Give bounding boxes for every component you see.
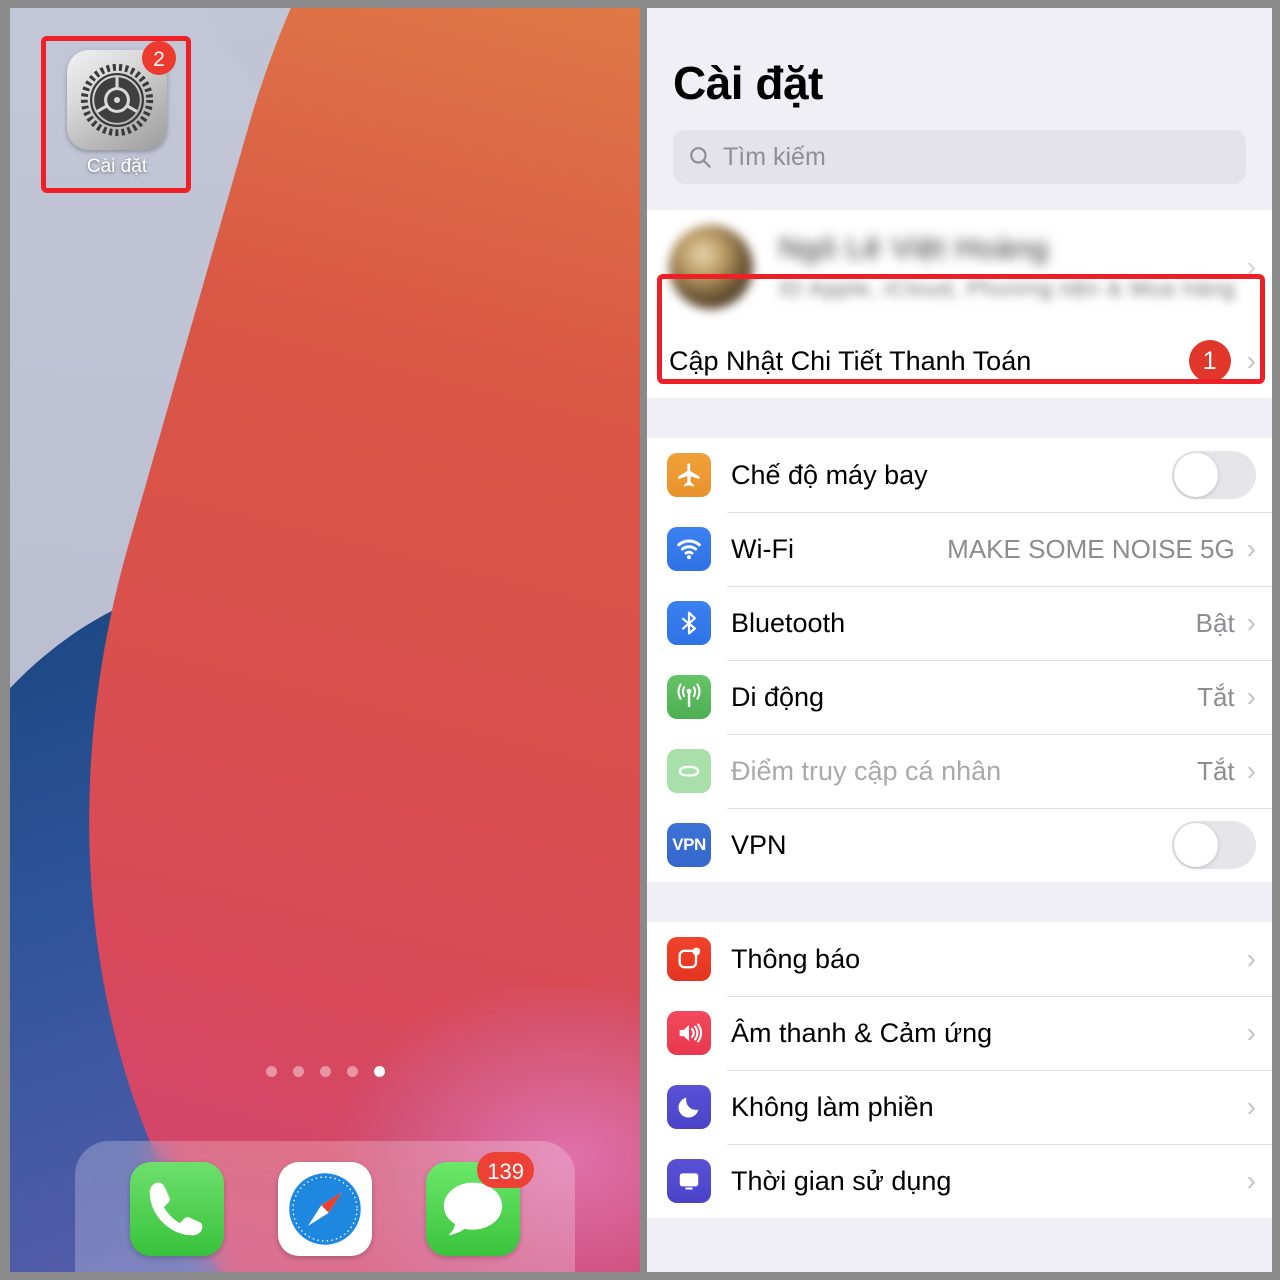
group-gap	[647, 882, 1272, 922]
page-dot	[346, 1066, 358, 1077]
payment-details-row[interactable]: Cập Nhật Chi Tiết Thanh Toán 1 ›	[647, 324, 1272, 398]
hotspot-icon	[667, 749, 711, 793]
row-notifications[interactable]: Thông báo ›	[647, 922, 1272, 996]
page-dot	[265, 1066, 277, 1077]
notifications-icon	[667, 937, 711, 981]
chevron-right-icon: ›	[1246, 943, 1256, 974]
safari-app-icon[interactable]	[278, 1161, 372, 1256]
airplane-icon	[667, 453, 711, 497]
chevron-right-icon: ›	[1246, 251, 1256, 282]
vpn-toggle[interactable]	[1172, 821, 1256, 869]
search-input[interactable]: Tìm kiếm	[673, 130, 1246, 184]
chevron-right-icon: ›	[1246, 533, 1256, 564]
row-do-not-disturb[interactable]: Không làm phiền ›	[647, 1070, 1272, 1144]
row-label: Bluetooth	[731, 607, 846, 638]
wifi-icon	[667, 527, 711, 571]
chevron-right-icon: ›	[1246, 345, 1256, 376]
chevron-right-icon: ›	[1246, 1165, 1256, 1196]
account-subtitle: ID Apple, iCloud, Phương tiện & Mua hàng	[779, 276, 1236, 301]
cellular-value: Tắt	[1197, 681, 1235, 712]
row-label: Âm thanh & Cảm ứng	[731, 1017, 993, 1048]
settings-app-icon[interactable]: 2 Cài đặt	[55, 41, 179, 178]
messages-badge: 139	[477, 1151, 534, 1188]
wifi-value: MAKE SOME NOISE 5G	[947, 533, 1235, 564]
bluetooth-value: Bật	[1195, 607, 1235, 638]
account-group: Ngô Lê Việt Hoàng ID Apple, iCloud, Phươ…	[647, 210, 1272, 398]
dock: 139	[75, 1141, 575, 1272]
chevron-right-icon: ›	[1246, 1091, 1256, 1122]
wallpaper	[10, 8, 640, 1272]
row-label: Thông báo	[731, 943, 861, 974]
airplane-mode-toggle[interactable]	[1172, 451, 1256, 499]
screen-time-icon	[667, 1159, 711, 1203]
row-vpn[interactable]: VPN VPN	[647, 808, 1272, 882]
sounds-icon	[667, 1011, 711, 1055]
row-bluetooth[interactable]: Bluetooth Bật ›	[647, 586, 1272, 660]
vpn-icon: VPN	[667, 823, 711, 867]
group-gap	[647, 398, 1272, 438]
header-spacer	[647, 184, 1272, 210]
row-label: Wi-Fi	[731, 533, 794, 564]
chevron-right-icon: ›	[1246, 681, 1256, 712]
phone-app-icon[interactable]	[130, 1161, 224, 1256]
row-label: Thời gian sử dụng	[731, 1165, 952, 1196]
row-sounds-haptics[interactable]: Âm thanh & Cảm ứng ›	[647, 996, 1272, 1070]
row-label: Không làm phiền	[731, 1091, 934, 1122]
ios-home-screen: 2 Cài đặt 139	[10, 8, 640, 1272]
search-placeholder: Tìm kiếm	[723, 142, 826, 171]
search-icon	[690, 147, 711, 168]
settings-app-label: Cài đặt	[86, 156, 148, 177]
toggle-knob	[1174, 823, 1218, 867]
chevron-right-icon: ›	[1246, 607, 1256, 638]
settings-panel: Cài đặt Tìm kiếm Ngô Lê Việt Hoàng ID Ap…	[647, 8, 1272, 1272]
row-wifi[interactable]: Wi-Fi MAKE SOME NOISE 5G ›	[647, 512, 1272, 586]
settings-header: Cài đặt Tìm kiếm	[647, 8, 1272, 184]
row-cellular[interactable]: Di động Tắt ›	[647, 660, 1272, 734]
account-row[interactable]: Ngô Lê Việt Hoàng ID Apple, iCloud, Phươ…	[647, 210, 1272, 324]
page-dot	[292, 1066, 304, 1077]
chevron-right-icon: ›	[1246, 755, 1256, 786]
connectivity-group: Chế độ máy bay Wi-Fi MAKE SOME NOISE 5G …	[647, 438, 1272, 882]
avatar	[669, 225, 753, 309]
row-label: VPN	[731, 829, 787, 860]
settings-icon-wrap: 2	[67, 41, 176, 150]
account-name: Ngô Lê Việt Hoàng	[779, 232, 1049, 265]
page-title: Cài đặt	[673, 57, 823, 109]
cellular-icon	[667, 675, 711, 719]
toggle-knob	[1174, 453, 1218, 497]
payment-details-label: Cập Nhật Chi Tiết Thanh Toán	[669, 345, 1032, 376]
row-airplane-mode[interactable]: Chế độ máy bay	[647, 438, 1272, 512]
row-label: Chế độ máy bay	[731, 459, 928, 490]
settings-badge: 2	[142, 41, 176, 75]
row-screen-time[interactable]: Thời gian sử dụng ›	[647, 1144, 1272, 1218]
row-personal-hotspot[interactable]: Điểm truy cập cá nhân Tắt ›	[647, 734, 1272, 808]
system-group: Thông báo › Âm thanh & Cảm ứng › Không l…	[647, 922, 1272, 1218]
chevron-right-icon: ›	[1246, 1017, 1256, 1048]
messages-app-icon[interactable]: 139	[426, 1151, 534, 1256]
page-dot-active	[373, 1066, 385, 1077]
hotspot-value: Tắt	[1197, 755, 1235, 786]
bluetooth-icon	[667, 601, 711, 645]
page-dot	[319, 1066, 331, 1077]
payment-details-badge: 1	[1188, 340, 1231, 382]
row-label: Di động	[731, 681, 825, 712]
do-not-disturb-icon	[667, 1085, 711, 1129]
page-dots[interactable]	[10, 1066, 640, 1077]
row-label: Điểm truy cập cá nhân	[731, 755, 1002, 786]
screenshot-root: 2 Cài đặt 139 Cài đặt Tìm kiếm Ngô Lê Vi…	[0, 0, 1280, 1280]
account-text: Ngô Lê Việt Hoàng ID Apple, iCloud, Phươ…	[779, 232, 1247, 302]
